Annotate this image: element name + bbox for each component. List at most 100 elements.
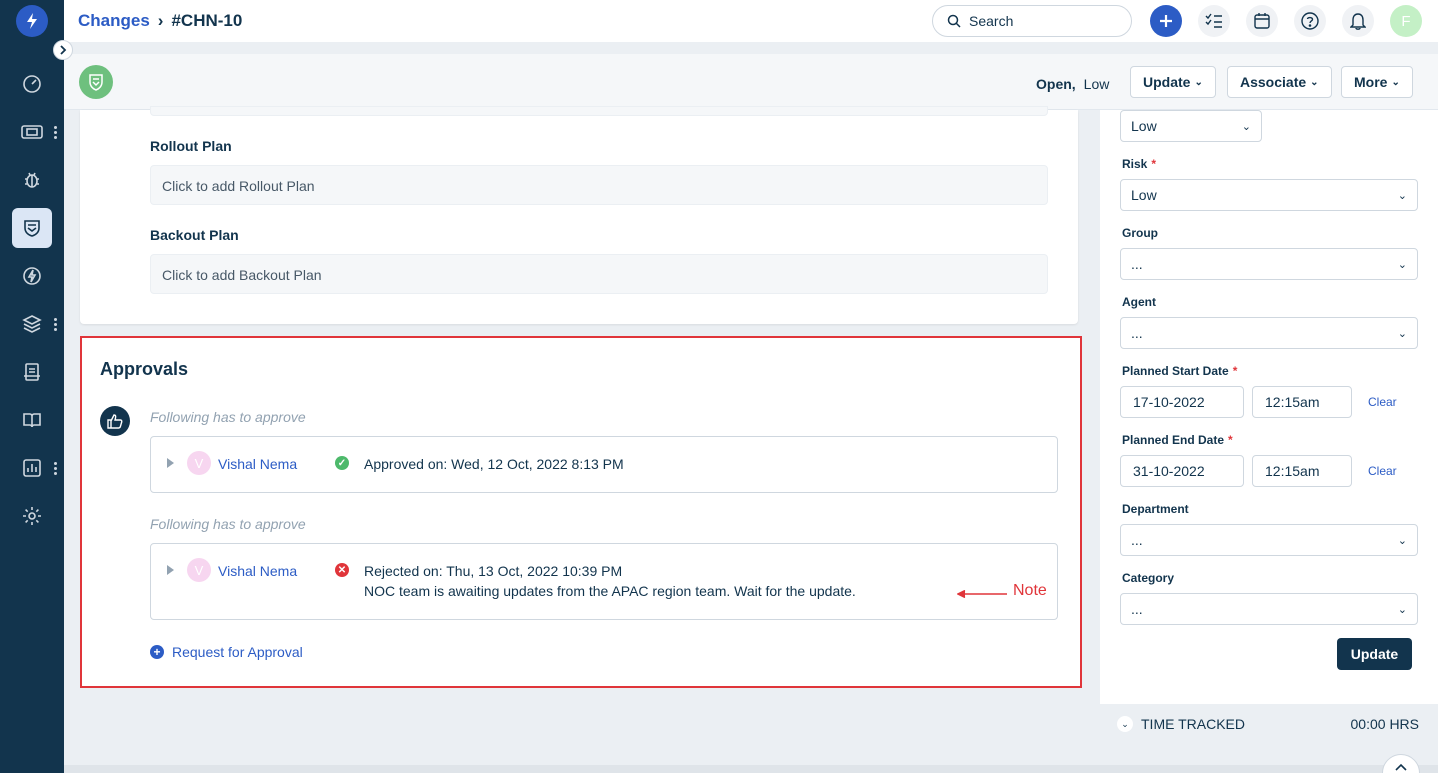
contracts-icon[interactable] — [12, 352, 52, 392]
agent-label: Agent — [1122, 295, 1156, 309]
approval-row-rejected: V Vishal Nema ✕ Rejected on: Thu, 13 Oct… — [150, 543, 1058, 620]
chevron-down-icon[interactable]: ⌄ — [1117, 716, 1133, 732]
chevron-down-icon: ⌄ — [1397, 327, 1407, 340]
chevron-down-icon: ⌄ — [1194, 76, 1203, 88]
approvals-title: Approvals — [100, 359, 189, 379]
planned-start-date-input[interactable]: 17-10-2022 — [1120, 386, 1244, 418]
plus-circle-icon: + — [150, 645, 164, 659]
chevron-down-icon: ⌄ — [1397, 189, 1407, 202]
risk-select[interactable]: Low ⌄ — [1120, 179, 1418, 211]
planned-start-time-input[interactable]: 12:15am — [1252, 386, 1352, 418]
tickets-more-icon[interactable] — [54, 126, 58, 140]
associate-label: Associate — [1240, 74, 1307, 90]
properties-panel: Low ⌄ Risk * Low ⌄ Group ... ⌄ Agent ... ⌄ Pl… — [1099, 110, 1438, 704]
expand-sidebar-chevron-icon[interactable] — [53, 40, 73, 60]
planned-end-time-input[interactable]: 12:15am — [1252, 455, 1352, 487]
approval-row-approved: V Vishal Nema ✓ Approved on: Wed, 12 Oct… — [150, 436, 1058, 493]
department-label: Department — [1122, 502, 1189, 516]
request-approval-link[interactable]: + Request for Approval — [150, 644, 303, 660]
bottom-bar — [64, 765, 1438, 773]
breadcrumb-changes-link[interactable]: Changes — [78, 11, 150, 31]
associate-dropdown-button[interactable]: Associate ⌄ — [1227, 66, 1332, 98]
category-label: Category — [1122, 571, 1175, 585]
impact-select[interactable]: Low ⌄ — [1120, 110, 1262, 142]
scroll-to-top-chevron-up-icon[interactable] — [1382, 754, 1420, 773]
planned-end-date-input[interactable]: 31-10-2022 — [1120, 455, 1244, 487]
update-dropdown-button[interactable]: Update ⌄ — [1130, 66, 1216, 98]
planned-start-clear-link[interactable]: Clear — [1368, 395, 1397, 409]
changes-icon[interactable] — [12, 208, 52, 248]
group-label: Group — [1122, 226, 1158, 240]
problems-bug-icon[interactable] — [12, 160, 52, 200]
planned-end-clear-link[interactable]: Clear — [1368, 464, 1397, 478]
group-value: ... — [1131, 256, 1143, 272]
expand-caret-icon[interactable] — [167, 565, 174, 575]
approver-name-link[interactable]: Vishal Nema — [218, 563, 297, 579]
search-icon — [947, 14, 961, 28]
thumbs-up-icon — [100, 406, 130, 436]
time-tracked-bar[interactable]: ⌄ TIME TRACKED 00:00 HRS — [1099, 704, 1438, 744]
update-properties-button[interactable]: Update — [1337, 638, 1412, 670]
help-question-icon[interactable] — [1294, 5, 1326, 37]
chevron-down-icon: ⌄ — [1397, 534, 1407, 547]
chevron-down-icon: ⌄ — [1241, 120, 1251, 133]
releases-icon[interactable] — [12, 256, 52, 296]
more-label: More — [1354, 74, 1388, 90]
change-type-icon — [79, 65, 113, 99]
department-select[interactable]: ... ⌄ — [1120, 524, 1418, 556]
ticket-subheader: Open, Low Update ⌄ Associate ⌄ More ⌄ — [64, 54, 1438, 110]
chevron-down-icon: ⌄ — [1397, 603, 1407, 616]
search-box[interactable] — [932, 5, 1132, 37]
status-summary: Open, Low — [1036, 76, 1109, 92]
risk-label: Risk * — [1122, 157, 1157, 171]
rollout-plan-label: Rollout Plan — [150, 138, 232, 154]
more-dropdown-button[interactable]: More ⌄ — [1341, 66, 1413, 98]
notifications-bell-icon[interactable] — [1342, 5, 1374, 37]
agent-value: ... — [1131, 325, 1143, 341]
approval-group-subtitle: Following has to approve — [150, 409, 306, 425]
backout-plan-label: Backout Plan — [150, 227, 239, 243]
todo-checklist-icon[interactable] — [1198, 5, 1230, 37]
expand-caret-icon[interactable] — [167, 458, 174, 468]
rollout-plan-field[interactable]: Click to add Rollout Plan — [150, 165, 1048, 205]
change-details-card: Rollout Plan Click to add Rollout Plan B… — [80, 106, 1078, 324]
rejected-x-icon: ✕ — [335, 563, 349, 577]
approvals-section: Approvals Following has to approve V Vis… — [80, 336, 1082, 688]
analytics-icon[interactable] — [12, 448, 52, 488]
app-logo-icon[interactable] — [16, 5, 48, 37]
assets-layers-icon[interactable] — [12, 304, 52, 344]
calendar-icon[interactable] — [1246, 5, 1278, 37]
tickets-icon[interactable] — [12, 112, 52, 152]
approval-note-text: NOC team is awaiting updates from the AP… — [364, 583, 856, 599]
time-tracked-label: TIME TRACKED — [1141, 716, 1245, 732]
new-item-plus-button[interactable] — [1150, 5, 1182, 37]
annotation-note-label: Note — [1013, 582, 1047, 599]
impact-value: Low — [1131, 118, 1157, 134]
analytics-more-icon[interactable] — [54, 462, 58, 476]
dashboard-icon[interactable] — [12, 64, 52, 104]
chevron-down-icon: ⌄ — [1391, 76, 1400, 88]
status-priority: Low — [1083, 76, 1110, 92]
avatar: V — [187, 451, 211, 475]
backout-plan-field[interactable]: Click to add Backout Plan — [150, 254, 1048, 294]
breadcrumb: Changes › #CHN-10 — [78, 11, 242, 31]
planned-start-label: Planned Start Date * — [1122, 364, 1238, 378]
search-input[interactable] — [969, 13, 1119, 29]
left-navigation — [0, 0, 64, 773]
breadcrumb-separator: › — [157, 11, 164, 30]
user-avatar[interactable]: F — [1390, 5, 1422, 37]
assets-more-icon[interactable] — [54, 318, 58, 332]
agent-select[interactable]: ... ⌄ — [1120, 317, 1418, 349]
approved-check-icon: ✓ — [335, 456, 349, 470]
approver-name-link[interactable]: Vishal Nema — [218, 456, 297, 472]
previous-field-box[interactable] — [150, 106, 1048, 116]
breadcrumb-current: #CHN-10 — [171, 11, 243, 30]
planned-end-label: Planned End Date * — [1122, 433, 1233, 447]
category-select[interactable]: ... ⌄ — [1120, 593, 1418, 625]
annotation-arrow-icon — [957, 590, 1007, 598]
update-label: Update — [1143, 74, 1191, 90]
solutions-book-icon[interactable] — [12, 400, 52, 440]
time-tracked-value: 00:00 HRS — [1350, 716, 1419, 732]
admin-gear-icon[interactable] — [12, 496, 52, 536]
group-select[interactable]: ... ⌄ — [1120, 248, 1418, 280]
